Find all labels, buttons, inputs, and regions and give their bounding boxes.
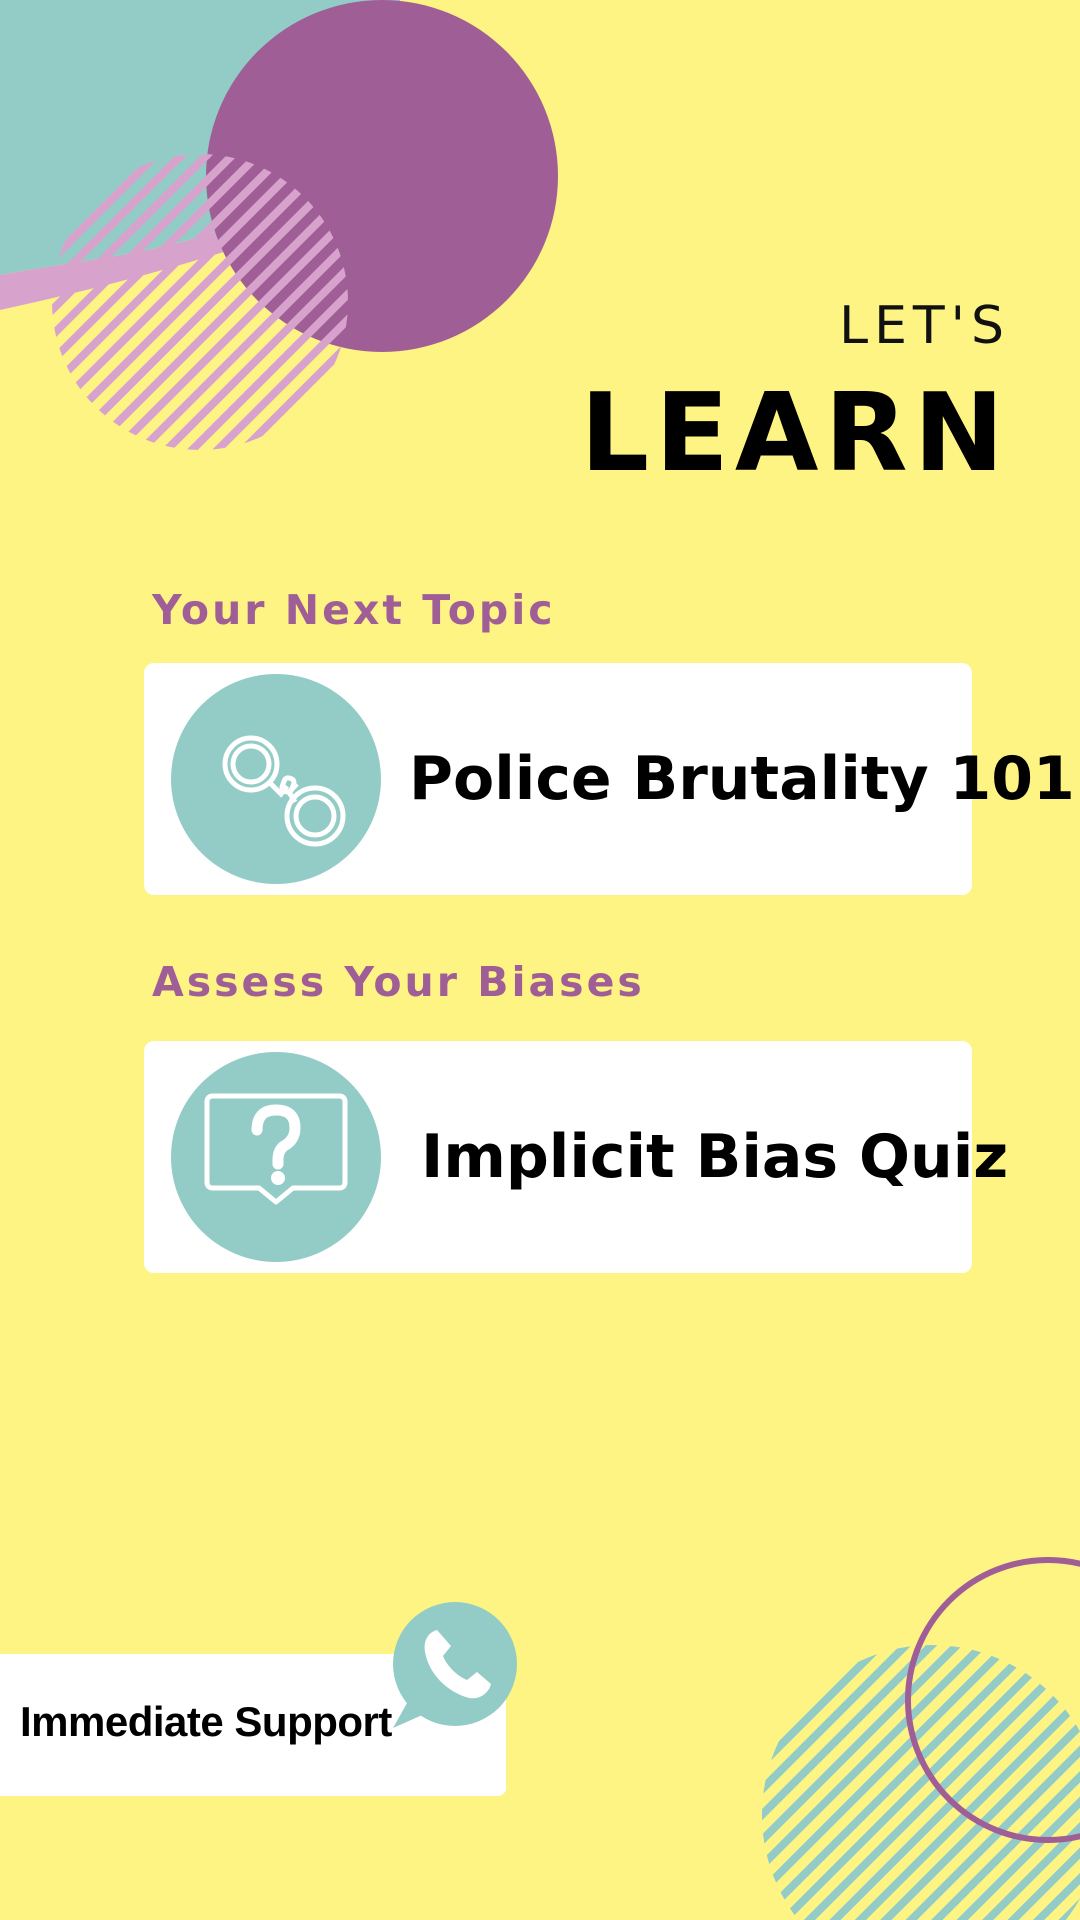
quiz-icon-circle (171, 1052, 381, 1262)
topic-icon-circle (171, 674, 381, 884)
striped-teal-circle-shape (762, 1645, 1080, 1920)
section-label-assess-biases: Assess Your Biases (152, 958, 645, 1006)
quiz-card-title: Implicit Bias Quiz (421, 1122, 1009, 1192)
quiz-card-implicit-bias[interactable]: Implicit Bias Quiz (144, 1041, 1008, 1273)
topic-card-title: Police Brutality 101 (409, 744, 1075, 814)
section-label-next-topic: Your Next Topic (152, 586, 556, 634)
immediate-support-label: Immediate Support (20, 1698, 392, 1745)
question-bubble-icon (204, 1093, 348, 1205)
phone-icon[interactable] (385, 1600, 525, 1730)
topic-card-police-brutality[interactable]: Police Brutality 101 (144, 663, 1075, 895)
page-header: LET'S LEARN (580, 300, 1010, 488)
striped-circle-shape (52, 154, 348, 450)
handcuffs-icon (222, 735, 346, 847)
header-kicker: LET'S (839, 296, 1010, 356)
page-title: LEARN (580, 371, 1010, 496)
